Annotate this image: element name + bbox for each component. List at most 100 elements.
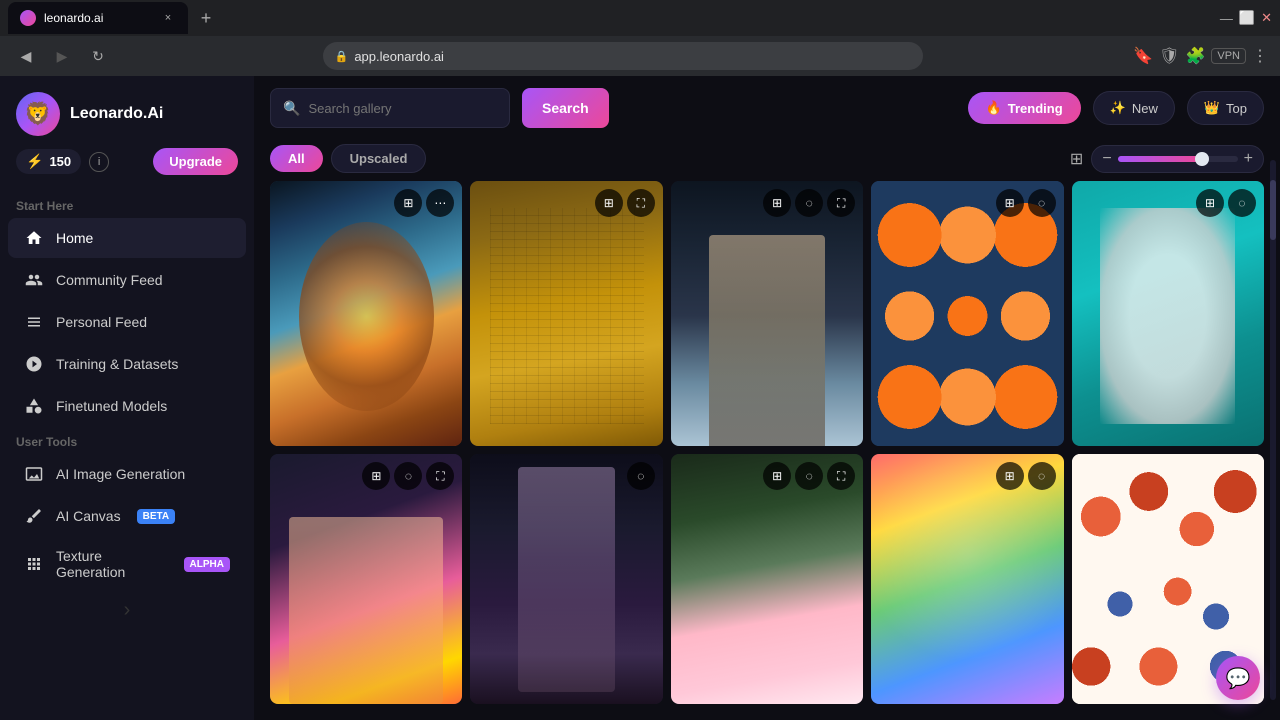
tab-close-btn[interactable]: × [160,10,176,26]
close-window-btn[interactable]: ✕ [1261,10,1272,26]
credits-icon: ⚡ [26,153,43,170]
avatar: 🦁 [16,92,60,136]
sidebar-item-community-feed[interactable]: Community Feed [8,260,246,300]
personal-icon [24,312,44,332]
more-btn-5[interactable]: ◌ [1228,189,1256,217]
expand-btn-8[interactable]: ⛶ [827,462,855,490]
image-card-koala[interactable]: ⊞ ◌ [1072,181,1264,446]
sidebar-item-training[interactable]: Training & Datasets [8,344,246,384]
home-label: Home [56,230,93,246]
search-input[interactable] [308,101,497,116]
card-overlay-8: ⊞ ◌ ⛶ [671,454,863,498]
sidebar-header: 🦁 Leonardo.Ai [0,76,254,148]
address-bar[interactable]: 🔒 app.leonardo.ai [323,42,923,70]
image-gen-label: AI Image Generation [56,466,185,482]
zoom-out-btn[interactable]: − [1100,150,1113,168]
scrollbar-thumb[interactable] [1270,180,1276,240]
community-feed-label: Community Feed [56,272,163,288]
app-body: 🦁 Leonardo.Ai ⚡ 150 i Upgrade Start Here… [0,76,1280,720]
top-button[interactable]: 👑 Top [1187,91,1264,125]
image-grid: ⊞ ⋯ ⊞ ⛶ ⊞ ◌ [254,181,1280,720]
more-btn-7[interactable]: ◌ [627,462,655,490]
maximize-btn[interactable]: ⬜ [1239,10,1255,26]
edit-btn-6[interactable]: ⊞ [362,462,390,490]
lock-icon: 🔒 [335,50,349,63]
card-overlay-2: ⊞ ⛶ [470,181,662,225]
refresh-btn[interactable]: ↻ [84,42,112,70]
more-btn-3[interactable]: ◌ [795,189,823,217]
canvas-icon [24,506,44,526]
new-label: New [1132,101,1158,116]
edit-btn-8[interactable]: ⊞ [763,462,791,490]
brand-name: Leonardo.Ai [70,105,163,123]
image-card-hieroglyphs[interactable]: ⊞ ⛶ [470,181,662,446]
image-card-colorful-girl[interactable]: ⊞ ◌ [871,454,1063,704]
back-btn[interactable]: ◀ [12,42,40,70]
image-gen-icon [24,464,44,484]
edit-btn-3[interactable]: ⊞ [763,189,791,217]
edit-btn-2[interactable]: ⊞ [595,189,623,217]
expand-btn[interactable]: ⊞ [394,189,422,217]
address-text: app.leonardo.ai [354,49,444,64]
image-card-warrior[interactable]: ⊞ ◌ ⛶ [671,181,863,446]
new-tab-btn[interactable]: + [192,4,220,32]
sidebar-item-home[interactable]: Home [8,218,246,258]
extension-btn[interactable]: 🧩 [1185,46,1205,66]
active-tab[interactable]: leonardo.ai × [8,2,188,34]
image-card-flowers[interactable]: ⊞ ◌ [871,181,1063,446]
more-btn[interactable]: ⋯ [426,189,454,217]
zoom-in-btn[interactable]: + [1242,150,1255,168]
image-card-pink-girl[interactable]: ⊞ ◌ ⛶ [671,454,863,704]
training-icon [24,354,44,374]
scroll-chevron: › [124,599,131,622]
credits-value: 150 [49,154,71,169]
card-overlay-10 [1072,454,1264,470]
sidebar-item-finetuned[interactable]: Finetuned Models [8,386,246,426]
upgrade-btn[interactable]: Upgrade [153,148,238,175]
expand-btn-2[interactable]: ⛶ [627,189,655,217]
scrollbar-track [1270,160,1276,700]
sidebar-item-canvas[interactable]: AI Canvas BETA [8,496,246,536]
tab-all[interactable]: All [270,145,323,172]
expand-btn-3[interactable]: ⛶ [827,189,855,217]
more-btn-8[interactable]: ◌ [795,462,823,490]
more-btn-4[interactable]: ◌ [1028,189,1056,217]
info-btn[interactable]: i [89,152,109,172]
slider-thumb[interactable] [1195,152,1209,166]
forward-btn[interactable]: ▶ [48,42,76,70]
minimize-btn[interactable]: — [1220,11,1233,26]
expand-btn-6[interactable]: ⛶ [426,462,454,490]
chat-support-btn[interactable]: 💬 [1216,656,1260,700]
edit-btn-5[interactable]: ⊞ [1196,189,1224,217]
more-btn-9[interactable]: ◌ [1028,462,1056,490]
search-button[interactable]: Search [522,88,609,128]
edit-btn-4[interactable]: ⊞ [996,189,1024,217]
more-btn-6[interactable]: ◌ [394,462,422,490]
card-overlay-3: ⊞ ◌ ⛶ [671,181,863,225]
canvas-beta-badge: BETA [137,509,175,524]
sidebar-item-image-gen[interactable]: AI Image Generation [8,454,246,494]
trending-label: Trending [1008,101,1063,116]
grid-view-btn[interactable]: ⊞ [1070,149,1083,169]
card-overlay-6: ⊞ ◌ ⛶ [270,454,462,498]
chat-icon: 💬 [1226,666,1251,691]
texture-alpha-badge: ALPHA [184,557,230,572]
tab-upscaled[interactable]: Upscaled [331,144,427,173]
new-button[interactable]: ✨ New [1093,91,1175,125]
bookmark-btn[interactable]: 🔖 [1133,46,1153,66]
edit-btn-9[interactable]: ⊞ [996,462,1024,490]
trending-button[interactable]: 🔥 Trending [968,92,1081,124]
main-content: 🔍 Search 🔥 Trending ✨ New 👑 Top All Upsc… [254,76,1280,720]
image-card-dark-warrior[interactable]: ◌ [470,454,662,704]
sidebar-item-texture[interactable]: Texture Generation ALPHA [8,538,246,590]
zoom-slider-track[interactable] [1118,156,1238,162]
credits-row: ⚡ 150 i Upgrade [0,148,254,191]
training-label: Training & Datasets [56,356,178,372]
image-card-anime-girl[interactable]: ⊞ ◌ ⛶ [270,454,462,704]
image-card-lion[interactable]: ⊞ ⋯ [270,181,462,446]
sidebar-item-personal-feed[interactable]: Personal Feed [8,302,246,342]
menu-btn[interactable]: ⋮ [1252,46,1268,66]
top-label: Top [1226,101,1247,116]
shield-btn[interactable]: 🛡 [1159,46,1179,66]
fire-icon: 🔥 [986,100,1002,116]
